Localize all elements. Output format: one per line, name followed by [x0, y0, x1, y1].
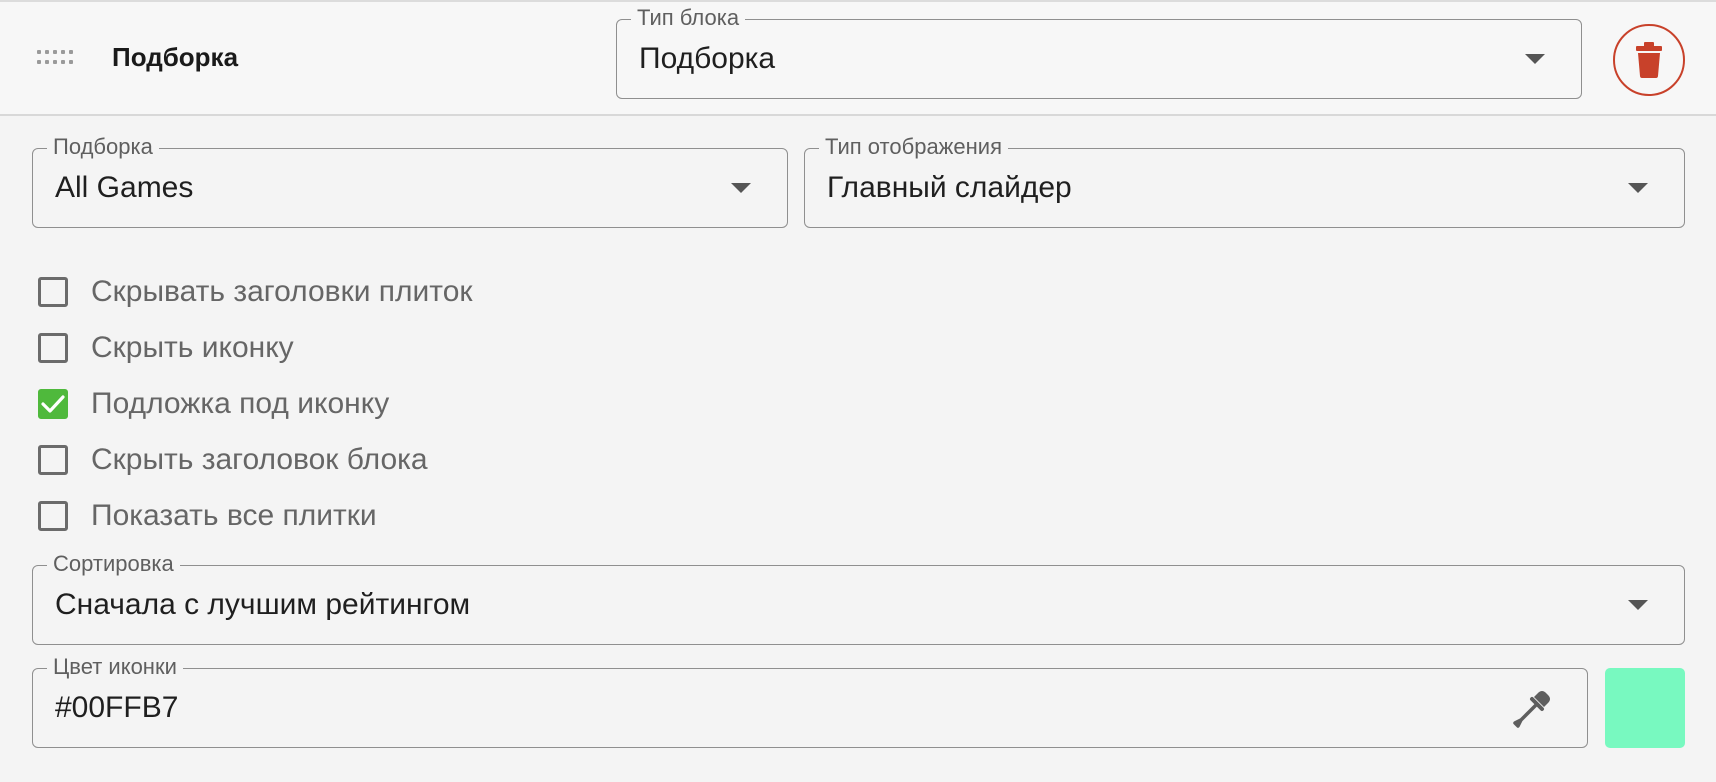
icon-color-label: Цвет иконки — [47, 654, 183, 680]
checkbox-hide-tile-titles[interactable]: Скрывать заголовки плиток — [38, 274, 473, 310]
checkbox-box[interactable] — [38, 333, 68, 363]
trash-icon — [1636, 42, 1662, 78]
display-type-select[interactable]: Тип отображения Главный слайдер — [804, 134, 1685, 228]
checkbox-label: Скрывать заголовки плиток — [91, 275, 473, 308]
icon-color-field[interactable]: Цвет иконки #00FFB7 — [32, 654, 1588, 748]
collection-label: Подборка — [47, 134, 159, 160]
block-type-select[interactable]: Тип блока Подборка — [616, 5, 1582, 99]
sort-value: Сначала с лучшим рейтингом — [55, 588, 471, 621]
delete-block-button[interactable] — [1613, 24, 1685, 96]
caret-down-icon — [1628, 600, 1648, 610]
caret-down-icon — [1525, 54, 1545, 64]
block-type-label: Тип блока — [631, 5, 746, 31]
sort-label: Сортировка — [47, 551, 180, 577]
block-settings-form: Подборка All Games Тип отображения Главн… — [0, 116, 1716, 782]
display-type-label: Тип отображения — [819, 134, 1008, 160]
checkbox-label: Скрыть иконку — [91, 331, 294, 364]
checkbox-hide-icon[interactable]: Скрыть иконку — [38, 330, 294, 366]
eyedropper-icon[interactable] — [1511, 686, 1555, 730]
checkbox-hide-block-title[interactable]: Скрыть заголовок блока — [38, 442, 428, 478]
caret-down-icon — [1628, 183, 1648, 193]
checkbox-icon-backdrop[interactable]: Подложка под иконку — [38, 386, 389, 422]
checkbox-show-all-tiles[interactable]: Показать все плитки — [38, 498, 377, 534]
collection-select[interactable]: Подборка All Games — [32, 134, 788, 228]
block-title: Подборка — [112, 42, 239, 72]
block-header: Подборка Тип блока Подборка — [0, 2, 1716, 116]
checkbox-box[interactable] — [38, 445, 68, 475]
drag-handle-icon[interactable] — [37, 50, 73, 64]
icon-color-preview[interactable] — [1605, 668, 1685, 748]
caret-down-icon — [731, 183, 751, 193]
checkbox-box[interactable] — [38, 501, 68, 531]
checkbox-box[interactable] — [38, 389, 68, 419]
check-icon — [41, 395, 65, 413]
checkbox-box[interactable] — [38, 277, 68, 307]
checkbox-label: Скрыть заголовок блока — [91, 443, 428, 476]
checkbox-label: Подложка под иконку — [91, 387, 390, 420]
collection-value: All Games — [55, 171, 194, 204]
sort-select[interactable]: Сортировка Сначала с лучшим рейтингом — [32, 551, 1685, 645]
block-type-value: Подборка — [639, 42, 776, 75]
icon-color-value: #00FFB7 — [55, 691, 179, 724]
checkbox-label: Показать все плитки — [91, 499, 377, 532]
display-type-value: Главный слайдер — [827, 171, 1072, 204]
